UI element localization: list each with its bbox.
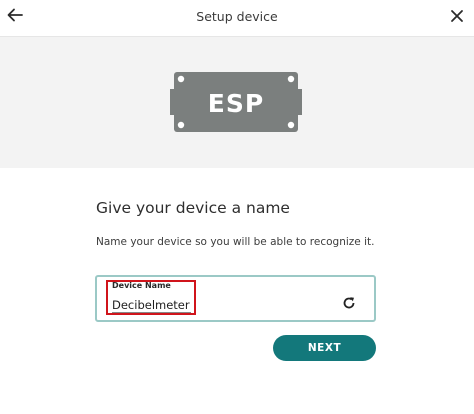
device-banner: ESP xyxy=(0,37,474,168)
highlight-box xyxy=(106,280,196,315)
next-button[interactable]: NEXT xyxy=(273,335,376,361)
page-title: Setup device xyxy=(196,9,278,24)
refresh-button[interactable] xyxy=(342,295,356,309)
esp-chip-icon: ESP xyxy=(170,72,302,132)
refresh-icon xyxy=(343,297,355,309)
header-bar: Setup device xyxy=(0,0,474,37)
chip-label: ESP xyxy=(208,89,264,118)
close-icon xyxy=(451,10,463,22)
section-heading: Give your device a name xyxy=(96,199,290,217)
section-description: Name your device so you will be able to … xyxy=(96,236,375,248)
device-name-field: Device Name xyxy=(95,275,376,322)
close-button[interactable] xyxy=(446,5,468,27)
